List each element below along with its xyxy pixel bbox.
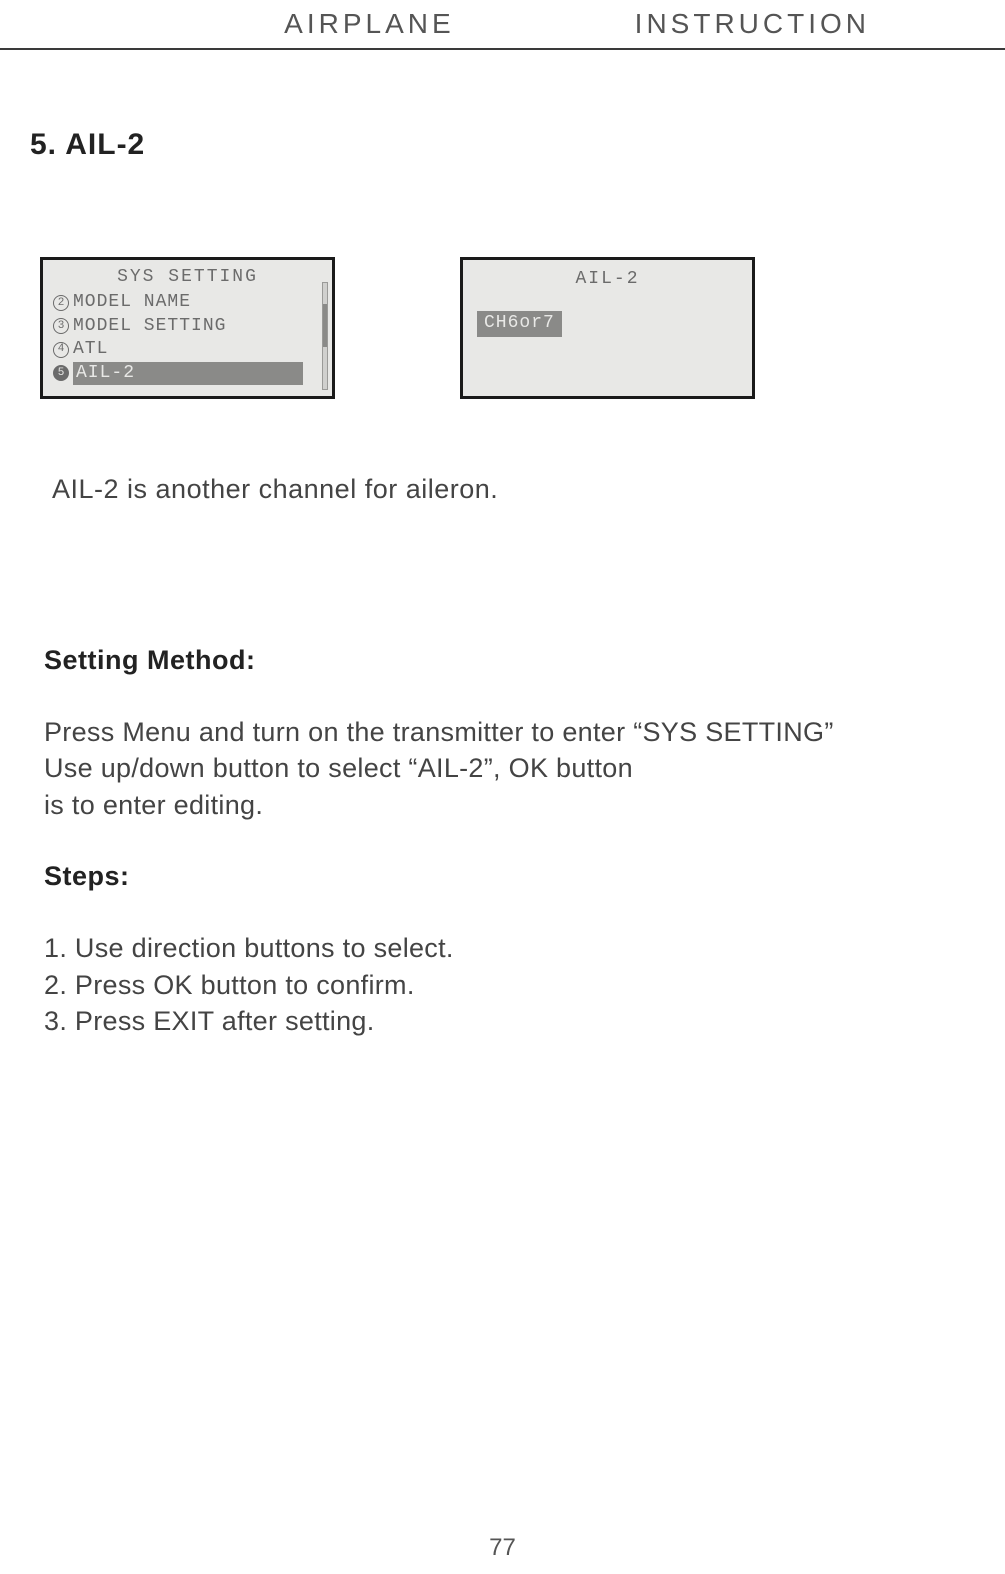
lcd-scrollbar [322,282,328,390]
menu-label: MODEL NAME [73,291,191,314]
method-line: Use up/down button to select “AIL-2”, OK… [44,750,975,786]
header-doctype: INSTRUCTION [635,8,870,40]
intro-text: AIL-2 is another channel for aileron. [30,474,975,505]
lcd-title-left: SYS SETTING [53,266,322,289]
steps-heading: Steps: [30,861,975,892]
lcd-screen-ail2: AIL-2 CH6or7 [460,257,755,399]
section-title: 5. AIL-2 [30,128,975,162]
menu-label-selected: AIL-2 [73,362,303,385]
lcd-scrollbar-thumb [323,304,327,346]
lcd-title-right: AIL-2 [473,266,742,291]
menu-label: ATL [73,338,108,361]
step-item: 2. Press OK button to confirm. [44,967,975,1003]
method-line: is to enter editing. [44,787,975,823]
menu-label: MODEL SETTING [73,315,226,338]
lcd-option-selected: CH6or7 [477,311,562,336]
menu-item-selected: 5 AIL-2 [53,362,322,385]
header-category: AIRPLANE [284,8,455,40]
menu-number-icon: 3 [53,318,69,334]
lcd-screen-sys-setting: SYS SETTING 2 MODEL NAME 3 MODEL SETTING… [40,257,335,399]
menu-item: 2 MODEL NAME [53,291,322,314]
method-line: Press Menu and turn on the transmitter t… [44,714,975,750]
menu-item: 3 MODEL SETTING [53,315,322,338]
step-item: 3. Press EXIT after setting. [44,1003,975,1039]
steps-list: 1. Use direction buttons to select. 2. P… [30,930,975,1039]
page-content: 5. AIL-2 SYS SETTING 2 MODEL NAME 3 MODE… [0,128,1005,1040]
menu-number-icon: 2 [53,295,69,311]
setting-method-heading: Setting Method: [30,645,975,676]
page-header: AIRPLANE INSTRUCTION [0,0,1005,50]
lcd-inner-right: AIL-2 CH6or7 [463,260,752,396]
menu-number-icon: 5 [53,365,69,381]
setting-method-text: Press Menu and turn on the transmitter t… [30,714,975,823]
lcd-inner-left: SYS SETTING 2 MODEL NAME 3 MODEL SETTING… [43,260,332,396]
lcd-screens-row: SYS SETTING 2 MODEL NAME 3 MODEL SETTING… [30,257,975,399]
menu-item: 4 ATL [53,338,322,361]
menu-number-icon: 4 [53,342,69,358]
page-number: 77 [489,1534,516,1562]
step-item: 1. Use direction buttons to select. [44,930,975,966]
